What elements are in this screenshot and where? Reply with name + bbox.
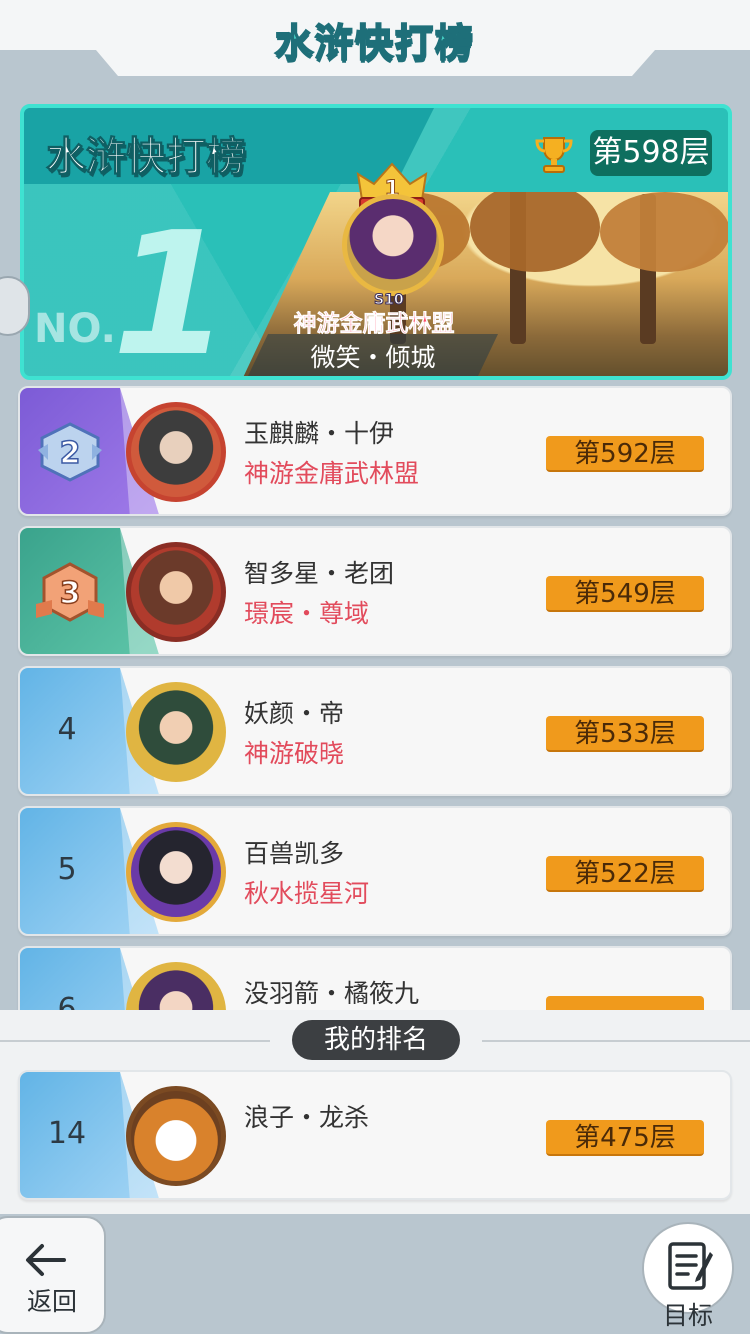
level-badge[interactable]: 第592层	[546, 436, 704, 472]
champion-level-badge: 第598层	[590, 130, 712, 176]
divider	[0, 1040, 270, 1042]
level-badge[interactable]: 第475层	[546, 1120, 704, 1156]
player-name: 玉麒麟・十伊	[244, 419, 395, 448]
avatar[interactable]	[126, 822, 226, 922]
level-badge[interactable]: 第533层	[546, 716, 704, 752]
avatar[interactable]	[126, 402, 226, 502]
rank-medal-silver-icon: 2	[38, 422, 102, 482]
avatar[interactable]	[126, 962, 226, 1010]
back-arrow-icon	[26, 1244, 66, 1276]
no-label: NO.	[34, 306, 116, 352]
player-name: 浪子・龙杀	[244, 1103, 370, 1132]
ranking-row-5[interactable]: 5 百兽凯多 秋水揽星河 第522层	[18, 806, 732, 936]
bottom-bar	[0, 1214, 750, 1334]
champion-banner[interactable]: 水浒快打榜 第598层 NO. 1 1 S10 神游金庸武林盟 微笑・倾城	[20, 104, 732, 380]
level-badge[interactable]: 第549层	[546, 576, 704, 612]
my-ranking-row[interactable]: 14 浪子・龙杀 第475层	[18, 1070, 732, 1200]
back-button[interactable]: 返回	[0, 1216, 106, 1334]
trophy-icon	[535, 137, 573, 173]
rank-number: 2	[60, 436, 81, 471]
player-name: 百兽凯多	[244, 839, 345, 868]
guild-name: 神游金庸武林盟	[244, 459, 420, 488]
ranking-row-2[interactable]: 2 玉麒麟・十伊 神游金庸武林盟 第592层	[18, 386, 732, 516]
level-badge[interactable]: 第522层	[546, 856, 704, 892]
banner-title: 水浒快打榜	[46, 134, 247, 181]
top-bar: 水浒快打榜	[0, 0, 750, 78]
rank-number: 4	[57, 712, 77, 747]
guild-name: 秋水揽星河	[244, 879, 370, 908]
ranking-row-6[interactable]: 6 没羽箭・橘筱九	[18, 946, 732, 1010]
level-badge[interactable]	[546, 996, 704, 1010]
ranking-list[interactable]: 2 玉麒麟・十伊 神游金庸武林盟 第592层 3 智多星・老团 璟宸・尊域 第5…	[0, 384, 750, 1010]
champion-guild: 神游金庸武林盟	[293, 311, 455, 338]
player-name: 妖颜・帝	[244, 699, 345, 728]
side-drawer-handle[interactable]	[0, 276, 30, 336]
no-number: 1	[112, 196, 231, 380]
guild-name: 璟宸・尊域	[244, 599, 370, 628]
avatar[interactable]	[126, 682, 226, 782]
champion-avatar[interactable]	[342, 194, 444, 296]
goal-label: 目标	[662, 1301, 713, 1330]
rank-number: 6	[57, 992, 77, 1010]
player-name: 智多星・老团	[244, 559, 395, 588]
divider	[482, 1040, 750, 1042]
rank-medal-bronze-icon: 3	[36, 562, 104, 622]
rank-number: 5	[57, 852, 77, 887]
ranking-row-3[interactable]: 3 智多星・老团 璟宸・尊域 第549层	[18, 526, 732, 656]
rank-number: 3	[60, 576, 81, 611]
rank-number: 14	[47, 1116, 87, 1151]
my-ranking-label: 我的排名	[292, 1020, 460, 1060]
goal-clipboard-icon	[668, 1242, 713, 1290]
ranking-row-4[interactable]: 4 妖颜・帝 神游破晓 第533层	[18, 666, 732, 796]
avatar[interactable]	[126, 1086, 226, 1186]
guild-name: 神游破晓	[244, 739, 345, 768]
my-ranking-section: 我的排名 14 浪子・龙杀 第475层	[0, 1010, 750, 1214]
champion-name: 微笑・倾城	[310, 343, 436, 372]
avatar[interactable]	[126, 542, 226, 642]
player-name: 没羽箭・橘筱九	[244, 979, 420, 1008]
page-title: 水浒快打榜	[274, 20, 475, 66]
back-label: 返回	[26, 1287, 77, 1316]
